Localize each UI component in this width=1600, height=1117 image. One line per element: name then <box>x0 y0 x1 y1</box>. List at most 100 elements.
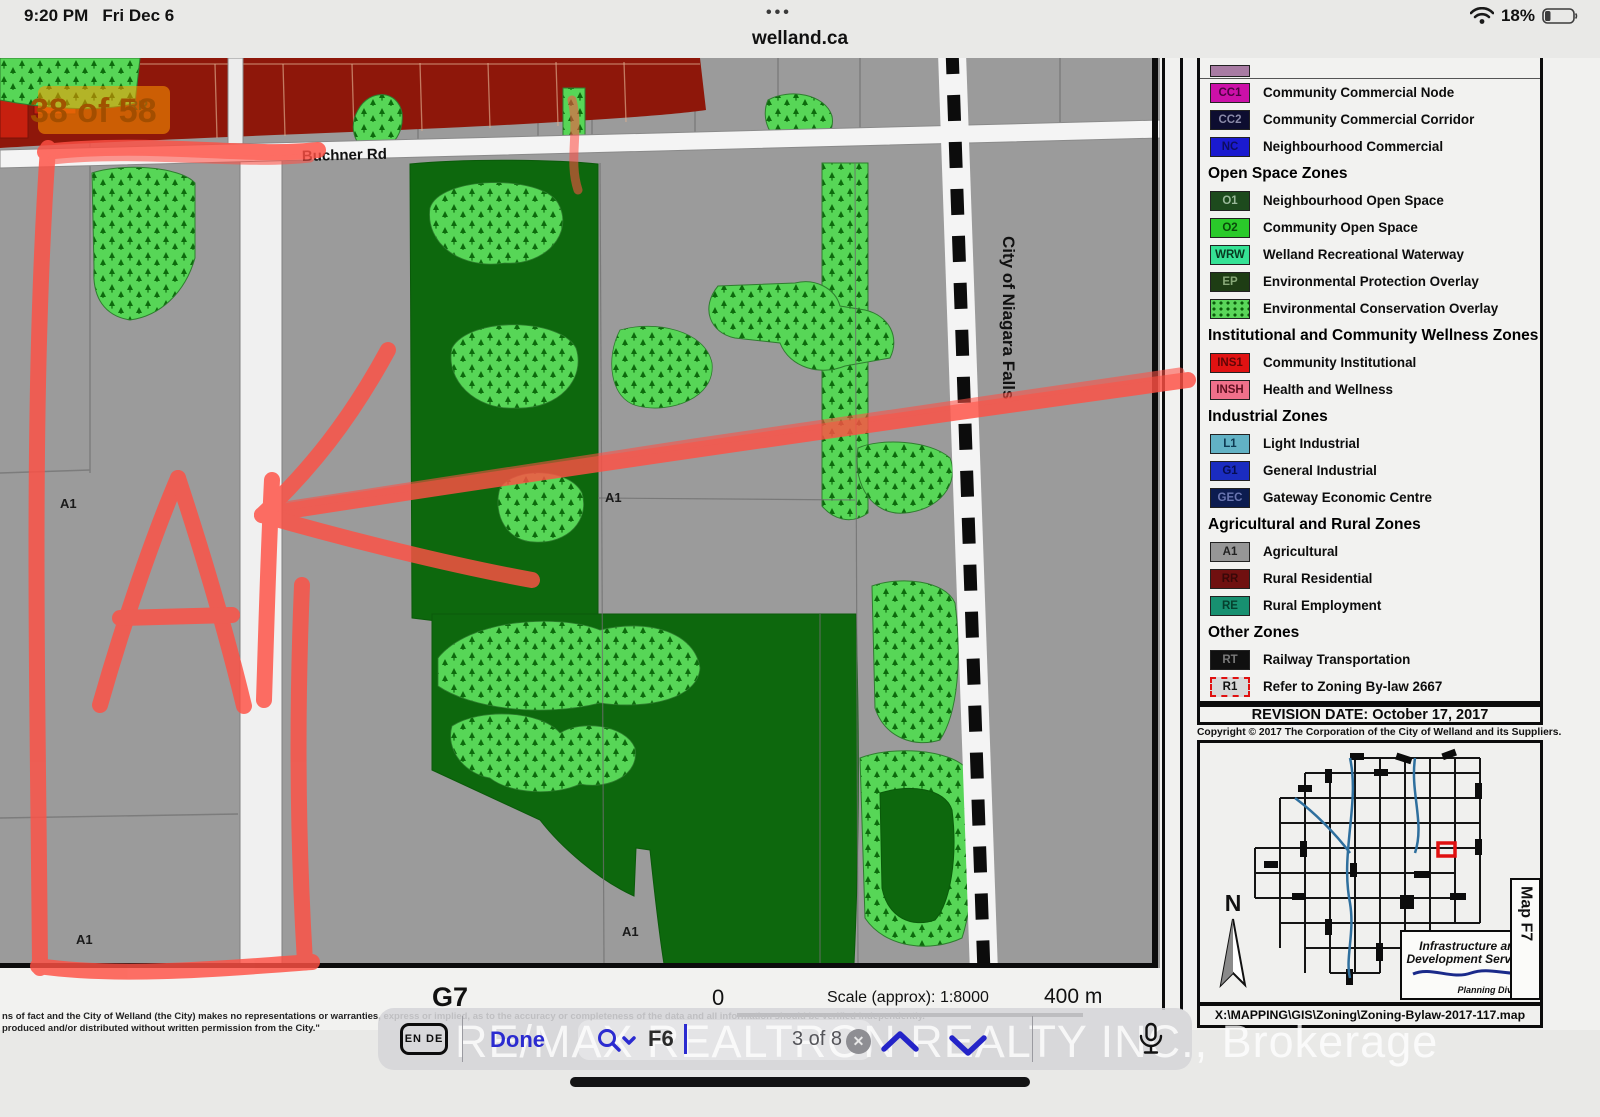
legend-label: Welland Recreational Waterway <box>1263 247 1464 262</box>
legend-row <box>1200 61 1540 79</box>
map-divider-line-2 <box>1180 58 1183 1010</box>
legend-rows: CC1 Community Commercial Node CC2 Community… <box>1200 61 1540 700</box>
legend-section-header: Open Space Zones <box>1208 165 1348 182</box>
legend-label: Community Commercial Node <box>1263 85 1455 100</box>
north-arrow: N <box>1213 890 1253 994</box>
legend-code: A1 <box>1222 545 1238 558</box>
home-indicator[interactable] <box>570 1077 1030 1087</box>
match-counter: 3 of 8 <box>792 1028 843 1050</box>
microphone-icon[interactable] <box>1136 1022 1166 1058</box>
legend-code: O2 <box>1222 221 1238 234</box>
legend-row-gec: GEC Gateway Economic Centre <box>1200 484 1540 511</box>
legend-swatch: A1 <box>1210 541 1250 562</box>
legend-row-o1: O1 Neighbourhood Open Space <box>1200 187 1540 214</box>
done-button[interactable]: Done <box>490 1027 545 1053</box>
scale-text: Scale (approx): 1:8000 <box>827 989 989 1006</box>
copyright-line: Copyright © 2017 The Corporation of the … <box>1197 727 1562 738</box>
revision-date: REVISION DATE: October 17, 2017 <box>1197 704 1543 725</box>
legend-label: Rural Residential <box>1263 571 1373 586</box>
legend-swatch: WRW <box>1210 244 1250 265</box>
legend-label: Community Commercial Corridor <box>1263 112 1475 127</box>
previous-match-button[interactable] <box>880 1031 920 1053</box>
status-right-cluster: 18% <box>1469 6 1580 26</box>
legend-row-insh: INSH Health and Wellness <box>1200 376 1540 403</box>
legend-swatch: O1 <box>1210 190 1250 211</box>
legend-code: CC1 <box>1218 86 1242 99</box>
legend-label: Rural Employment <box>1263 598 1382 613</box>
legend-swatch <box>1210 298 1250 319</box>
legend-swatch: R1 <box>1210 676 1250 697</box>
find-bar-divider-2 <box>1032 1016 1033 1062</box>
legend-label: Community Open Space <box>1263 220 1418 235</box>
legend-row-l1: L1 Light Industrial <box>1200 430 1540 457</box>
search-options-icon[interactable] <box>596 1028 638 1054</box>
legend-row-a1: A1 Agricultural <box>1200 538 1540 565</box>
legend-section-header: Other Zones <box>1208 624 1300 641</box>
legend-row-o2: O2 Community Open Space <box>1200 214 1540 241</box>
legend-row-wrw: WRW Welland Recreational Waterway <box>1200 241 1540 268</box>
find-bar-divider <box>462 1016 463 1062</box>
legend-code: GEC <box>1217 491 1243 504</box>
legend-code: INSH <box>1216 383 1244 396</box>
legend-row-re: RE Rural Employment <box>1200 592 1540 619</box>
status-bar: 9:20 PM Fri Dec 6 ••• welland.ca 18% <box>0 0 1600 56</box>
north-arrow-icon <box>1219 918 1247 988</box>
legend-section-header: Agricultural and Rural Zones <box>1208 516 1421 533</box>
legend-label: Refer to Zoning By-law 2667 <box>1263 679 1443 694</box>
legend-swatch: NC <box>1210 136 1250 157</box>
search-highlight-text: 38 of 58 <box>30 92 157 130</box>
legend-row-ep: EP Environmental Protection Overlay <box>1200 268 1540 295</box>
legend-label: Railway Transportation <box>1263 652 1411 667</box>
clear-search-button[interactable]: ✕ <box>846 1029 871 1054</box>
scale-distance: 400 m <box>1044 985 1103 1008</box>
legend-label: Health and Wellness <box>1263 382 1393 397</box>
legend-code: RT <box>1222 653 1238 666</box>
legend-swatch <box>1210 64 1250 77</box>
screen: 9:20 PM Fri Dec 6 ••• welland.ca 18% Buc… <box>0 0 1600 1117</box>
legend-label: General Industrial <box>1263 463 1377 478</box>
legend-label: Neighbourhood Commercial <box>1263 139 1444 154</box>
legend-code: EP <box>1222 275 1238 288</box>
status-time-date: 9:20 PM Fri Dec 6 <box>24 6 174 26</box>
north-label: N <box>1224 890 1242 916</box>
legend-code: WRW <box>1215 248 1245 261</box>
legend-swatch: INSH <box>1210 379 1250 400</box>
legend-code: NC <box>1221 140 1239 153</box>
legend-row-cc1: CC1 Community Commercial Node <box>1200 79 1540 106</box>
legend-section-header: Institutional and Community Wellness Zon… <box>1208 327 1539 344</box>
legend-label: Agricultural <box>1263 544 1339 559</box>
battery-icon <box>1542 8 1578 24</box>
legend-row-rt: RT Railway Transportation <box>1200 646 1540 673</box>
map-reference-label: Map F7 <box>1517 886 1535 942</box>
next-match-button[interactable] <box>948 1034 988 1056</box>
legend-label: Community Institutional <box>1263 355 1417 370</box>
legend-swatch: CC2 <box>1210 109 1250 130</box>
status-date: Fri Dec 6 <box>102 6 175 25</box>
multitask-dots-icon: ••• <box>766 4 792 21</box>
legend-code: L1 <box>1223 437 1237 450</box>
legend-panel: CC1 Community Commercial Node CC2 Community… <box>1197 58 1543 704</box>
battery-percent: 18% <box>1500 6 1535 25</box>
disclaimer-line2: produced and/or distributed without writ… <box>2 1023 320 1034</box>
text-caret <box>684 1024 687 1054</box>
site-title: welland.ca <box>751 28 849 49</box>
legend-swatch: RE <box>1210 595 1250 616</box>
legend-label: Light Industrial <box>1263 436 1360 451</box>
legend-swatch: GEC <box>1210 487 1250 508</box>
map-divider-line-1 <box>1162 58 1165 1010</box>
status-time: 9:20 PM <box>24 6 89 25</box>
zone-label-a1-bottom-left: A1 <box>76 932 93 947</box>
find-query-text[interactable]: F6 <box>648 1026 674 1052</box>
legend-swatch: L1 <box>1210 433 1250 454</box>
legend-row-ins1: INS1 Community Institutional <box>1200 349 1540 376</box>
boundary-label: City of Niagara Falls <box>999 236 1018 399</box>
legend-row-nc: NC Neighbourhood Commercial <box>1200 133 1540 160</box>
legend-row-rr: RR Rural Residential <box>1200 565 1540 592</box>
legend-swatch: O2 <box>1210 217 1250 238</box>
zoning-map[interactable]: Buchner Rd City of Niagara Falls RR A1 A… <box>0 58 1160 970</box>
legend-swatch: RT <box>1210 649 1250 670</box>
legend-swatch: RR <box>1210 568 1250 589</box>
road-label: Buchner Rd <box>302 146 387 165</box>
keyboard-language-badge[interactable]: EN DE <box>400 1023 448 1055</box>
wifi-icon <box>1469 7 1494 24</box>
